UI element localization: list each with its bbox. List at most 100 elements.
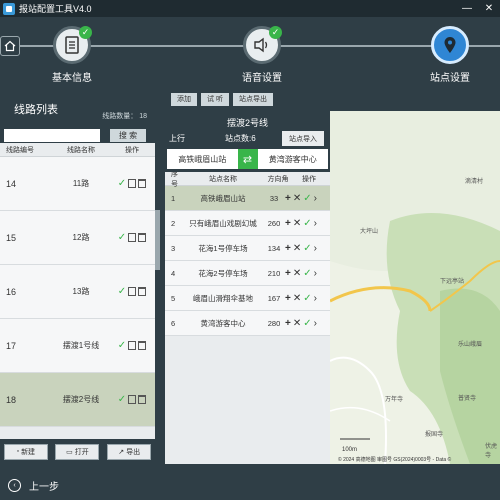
chevron-right-icon[interactable]: ›: [314, 193, 317, 204]
title-bar: 报站配置工具V4.0 — ✕: [0, 0, 500, 17]
window-controls: — ✕: [456, 0, 500, 17]
end-station: 黄湾游客中心: [268, 154, 317, 164]
add-button[interactable]: 添加: [171, 92, 197, 106]
add-icon[interactable]: +: [285, 243, 291, 254]
check-icon[interactable]: ✓: [303, 293, 311, 304]
table-row[interactable]: 14 11路 ✓: [0, 157, 155, 211]
copy-icon[interactable]: [128, 395, 137, 404]
check-icon[interactable]: ✓: [118, 394, 126, 405]
chevron-right-icon[interactable]: ›: [314, 318, 317, 329]
home-icon: [4, 40, 16, 52]
chevron-right-icon[interactable]: ›: [314, 243, 317, 254]
route-name-title: 摆渡2号线: [226, 118, 268, 128]
station-import-button[interactable]: 站点导入: [282, 131, 324, 146]
open-route-button[interactable]: ▭ 打开: [55, 443, 100, 460]
close-icon[interactable]: ✕: [478, 0, 500, 17]
table-row[interactable]: 5 峨眉山滑翔伞基地 167 + ✕ ✓ ›: [165, 286, 330, 311]
table-row[interactable]: 4 花海2号停车场 210 + ✕ ✓ ›: [165, 261, 330, 286]
map-label: 普贤寺: [458, 396, 477, 402]
add-icon[interactable]: +: [285, 193, 291, 204]
route-table-header: 线路编号 线路名称 操作: [0, 143, 155, 157]
check-icon[interactable]: ✓: [303, 243, 311, 254]
table-row[interactable]: 3 花海1号停车场 134 + ✕ ✓ ›: [165, 236, 330, 261]
folder-icon: ▭: [66, 448, 73, 456]
add-icon[interactable]: +: [285, 318, 291, 329]
minimize-icon[interactable]: —: [456, 0, 478, 17]
map-copyright: © 2024 高德地图 审图号 GS(2024)0003号 - Data ©: [338, 457, 452, 463]
chevron-left-icon: ‹: [8, 478, 21, 492]
trash-icon[interactable]: [138, 341, 147, 350]
table-row[interactable]: 15 12路 ✓: [0, 211, 155, 265]
direction-label[interactable]: 上行: [169, 133, 185, 144]
check-icon[interactable]: ✓: [303, 193, 311, 204]
map-label: 报国寺: [425, 432, 444, 438]
trash-icon[interactable]: [138, 395, 147, 404]
copy-icon[interactable]: [128, 179, 137, 188]
delete-icon[interactable]: ✕: [293, 293, 301, 304]
map-scale: 100m: [342, 447, 358, 453]
trash-icon[interactable]: [138, 233, 147, 242]
trash-icon[interactable]: [138, 179, 147, 188]
start-station: 高铁峨眉山站: [178, 154, 227, 164]
window-title: 报站配置工具V4.0: [19, 4, 92, 14]
station-toolbar: 添加 试 听 站点导出: [165, 90, 500, 108]
document-icon: [65, 36, 79, 54]
delete-icon[interactable]: ✕: [293, 218, 301, 229]
panel-collapse-handle[interactable]: [155, 210, 160, 270]
listen-button[interactable]: 试 听: [201, 92, 229, 106]
check-icon[interactable]: ✓: [303, 268, 311, 279]
step-station-settings[interactable]: 站点设置: [410, 26, 490, 84]
search-button[interactable]: 搜 索: [110, 128, 146, 142]
table-row[interactable]: 17 摆渡1号线 ✓: [0, 319, 155, 373]
check-icon[interactable]: ✓: [303, 318, 311, 329]
check-icon[interactable]: ✓: [118, 178, 126, 189]
check-icon[interactable]: ✓: [118, 286, 126, 297]
route-endpoints: 高铁峨眉山站 ⇄ 黄湾游客中心: [167, 149, 328, 169]
delete-icon[interactable]: ✕: [293, 268, 301, 279]
step-done-check-icon: ✓: [79, 26, 92, 39]
add-icon[interactable]: +: [285, 268, 291, 279]
station-export-button[interactable]: 站点导出: [232, 92, 273, 106]
export-route-button[interactable]: ↗ 导出: [107, 443, 152, 460]
station-count: 站点数:6: [225, 134, 256, 143]
delete-icon[interactable]: ✕: [293, 243, 301, 254]
map-label: 乐山峨眉: [458, 342, 483, 348]
check-icon[interactable]: ✓: [118, 232, 126, 243]
delete-icon[interactable]: ✕: [293, 318, 301, 329]
route-count: 线路数量： 18: [102, 113, 147, 120]
swap-direction-icon[interactable]: ⇄: [237, 149, 258, 169]
new-route-button[interactable]: ▫ 新建: [3, 443, 48, 460]
add-icon[interactable]: +: [285, 293, 291, 304]
add-icon[interactable]: +: [285, 218, 291, 229]
route-list-panel: 线路列表 线路数量： 18 搜 索 线路编号 线路名称 操作 14 11路 ✓ …: [0, 89, 155, 464]
copy-icon[interactable]: [128, 233, 137, 242]
table-row[interactable]: 16 13路 ✓: [0, 265, 155, 319]
chevron-right-icon[interactable]: ›: [314, 293, 317, 304]
table-row[interactable]: 2 只有峨眉山戏剧幻城 260 + ✕ ✓ ›: [165, 211, 330, 236]
map-view[interactable]: 大坪山 下远亭站 乐山峨眉 滴清村 万年寺 报国寺 伏虎寺 普贤寺 100m ©…: [330, 111, 500, 464]
step-done-check-icon: ✓: [269, 26, 282, 39]
step-voice-settings[interactable]: ✓ 语音设置: [222, 26, 302, 84]
trash-icon[interactable]: [138, 287, 147, 296]
speaker-icon: [254, 37, 268, 53]
step-basic-info[interactable]: ✓ 基本信息: [32, 26, 112, 84]
check-icon[interactable]: ✓: [303, 218, 311, 229]
map-label: 大坪山: [360, 229, 379, 235]
copy-icon[interactable]: [128, 341, 137, 350]
chevron-right-icon[interactable]: ›: [314, 268, 317, 279]
route-list-title: 线路列表: [14, 104, 58, 116]
copy-icon[interactable]: [128, 287, 137, 296]
map-terrain: [330, 111, 500, 464]
table-row-selected[interactable]: 18 摆渡2号线 ✓: [0, 373, 155, 427]
home-button[interactable]: [0, 36, 20, 56]
chevron-right-icon[interactable]: ›: [314, 218, 317, 229]
route-search-input[interactable]: [4, 128, 100, 142]
new-file-icon: ▫: [16, 448, 20, 455]
table-row[interactable]: 6 黄湾游客中心 280 + ✕ ✓ ›: [165, 311, 330, 336]
check-icon[interactable]: ✓: [118, 340, 126, 351]
previous-step-button[interactable]: ‹ 上一步: [8, 478, 59, 493]
export-icon: ↗: [118, 448, 125, 456]
app-logo-icon: [3, 2, 15, 15]
delete-icon[interactable]: ✕: [293, 193, 301, 204]
table-row-selected[interactable]: 1 高铁峨眉山站 33 + ✕ ✓ ›: [165, 186, 330, 211]
